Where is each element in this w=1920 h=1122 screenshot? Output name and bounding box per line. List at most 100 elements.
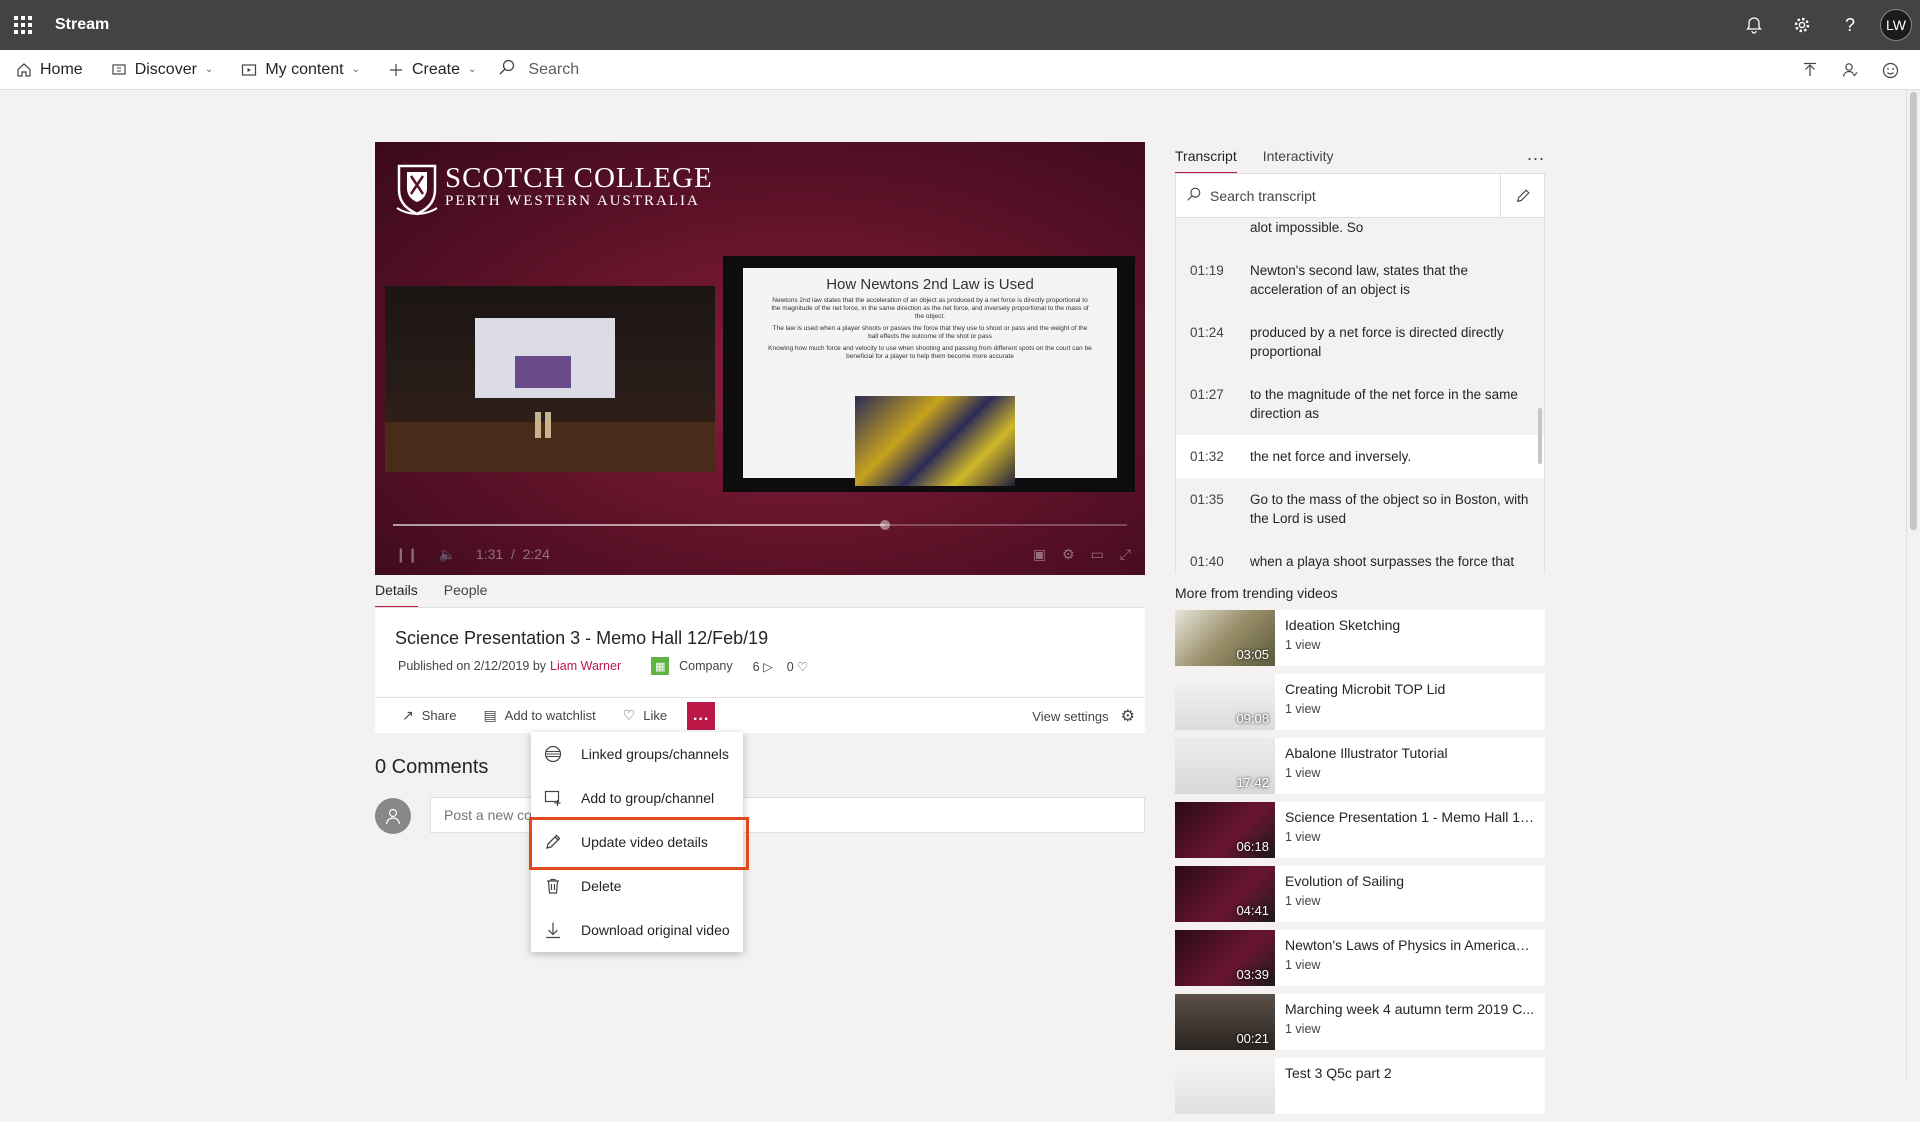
- video-views: 1 view: [1285, 1022, 1321, 1036]
- tab-transcript[interactable]: Transcript: [1175, 148, 1237, 174]
- app-title[interactable]: Stream: [55, 16, 109, 34]
- video-thumbnail[interactable]: [1175, 1058, 1275, 1114]
- slide-bullet-2: The law is used when a player shoots or …: [772, 325, 1088, 340]
- page-scrollbar[interactable]: [1906, 90, 1920, 1080]
- trending-video-item[interactable]: 03:05 Ideation Sketching 1 view: [1175, 610, 1545, 666]
- nav-home[interactable]: Home: [0, 50, 95, 90]
- video-duration: 03:05: [1236, 647, 1269, 662]
- smiley-icon[interactable]: [1870, 50, 1910, 90]
- menu-item-linked-groups[interactable]: Linked groups/channels: [531, 732, 743, 776]
- video-views: 1 view: [1285, 958, 1321, 972]
- like-button[interactable]: ♡ Like: [623, 707, 667, 724]
- theater-mode-icon[interactable]: ▭: [1091, 546, 1104, 563]
- trending-video-item[interactable]: 09:08 Creating Microbit TOP Lid 1 view: [1175, 674, 1545, 730]
- edit-transcript-icon[interactable]: [1500, 174, 1544, 217]
- right-panel-tabs: Transcript Interactivity ...: [1175, 144, 1545, 174]
- add-to-watchlist-button[interactable]: ▤ Add to watchlist: [483, 707, 595, 724]
- transcript-search-input[interactable]: [1210, 187, 1490, 204]
- video-thumbnail[interactable]: 03:05: [1175, 610, 1275, 666]
- trash-icon: [543, 876, 563, 896]
- video-duration: 09:08: [1236, 711, 1269, 726]
- more-icon[interactable]: ...: [1527, 144, 1545, 165]
- video-thumbnail[interactable]: 09:08: [1175, 674, 1275, 730]
- tab-people[interactable]: People: [444, 582, 488, 608]
- transcript-text: alot impossible. So: [1250, 220, 1364, 235]
- linked-groups-icon: [543, 744, 563, 764]
- search-icon[interactable]: [498, 58, 516, 81]
- slide-bullet-1: Newtons 2nd law states that the accelera…: [771, 297, 1089, 320]
- video-name[interactable]: Test 3 Q5c part 2: [1285, 1065, 1535, 1081]
- transcript-text: Go to the mass of the object so in Bosto…: [1250, 492, 1529, 526]
- author-link[interactable]: Liam Warner: [550, 659, 621, 673]
- bell-icon[interactable]: [1730, 0, 1778, 50]
- video-name[interactable]: Evolution of Sailing: [1285, 873, 1535, 889]
- transcript-list[interactable]: alot impossible. So 01:19 Newton's second …: [1175, 218, 1545, 574]
- search-icon: [1186, 186, 1202, 205]
- trending-video-item[interactable]: 17:42 Abalone Illustrator Tutorial 1 view: [1175, 738, 1545, 794]
- nav-bar: Home Discover ⌄ My content ⌄ Create ⌄: [0, 50, 1920, 90]
- video-name[interactable]: Newton's Laws of Physics in American ...: [1285, 937, 1535, 953]
- menu-item-delete[interactable]: Delete: [531, 864, 743, 908]
- more-options-button[interactable]: ...: [687, 701, 716, 730]
- trending-video-item[interactable]: 06:18 Science Presentation 1 - Memo Hall …: [1175, 802, 1545, 858]
- trending-video-item[interactable]: 03:39 Newton's Laws of Physics in America…: [1175, 930, 1545, 986]
- seek-bar-thumb[interactable]: [879, 520, 890, 530]
- pause-icon[interactable]: ❙❙: [395, 546, 418, 563]
- video-thumbnail[interactable]: 00:21: [1175, 994, 1275, 1050]
- transcript-row[interactable]: 01:32 the net force and inversely.: [1176, 435, 1544, 478]
- video-meta: Published on 2/12/2019 by Liam Warner ▦ …: [398, 657, 808, 675]
- share-icon: ↗: [402, 707, 414, 723]
- nav-my-content[interactable]: My content ⌄: [225, 50, 372, 90]
- video-name[interactable]: Ideation Sketching: [1285, 617, 1535, 633]
- nav-create[interactable]: Create ⌄: [372, 50, 488, 90]
- trending-video-item[interactable]: 04:41 Evolution of Sailing 1 view: [1175, 866, 1545, 922]
- video-player[interactable]: SCOTCH COLLEGE PERTH WESTERN AUSTRALIA H…: [375, 142, 1145, 575]
- video-thumbnail[interactable]: 03:39: [1175, 930, 1275, 986]
- upload-icon[interactable]: [1790, 50, 1830, 90]
- nav-my-content-label: My content: [265, 60, 344, 78]
- transcript-row[interactable]: 01:24 produced by a net force is directed…: [1176, 311, 1544, 373]
- seek-bar[interactable]: [393, 520, 1127, 530]
- help-icon[interactable]: ?: [1826, 0, 1874, 50]
- video-name[interactable]: Marching week 4 autumn term 2019 C...: [1285, 1001, 1535, 1017]
- transcript-row[interactable]: 01:35 Go to the mass of the object so in …: [1176, 478, 1544, 540]
- trending-video-item[interactable]: 00:21 Marching week 4 autumn term 2019 C.…: [1175, 994, 1545, 1050]
- settings-icon[interactable]: ⚙: [1062, 546, 1075, 563]
- transcript-scrollbar[interactable]: [1538, 408, 1542, 464]
- video-duration: 00:21: [1236, 1031, 1269, 1046]
- transcript-search: [1175, 173, 1545, 218]
- trending-video-item[interactable]: Test 3 Q5c part 2: [1175, 1058, 1545, 1114]
- transcript-row[interactable]: alot impossible. So: [1176, 218, 1544, 249]
- user-avatar[interactable]: LW: [1880, 9, 1912, 41]
- nav-discover[interactable]: Discover ⌄: [95, 50, 226, 90]
- person-icon[interactable]: [1830, 50, 1870, 90]
- video-thumbnail[interactable]: 17:42: [1175, 738, 1275, 794]
- tab-details[interactable]: Details: [375, 582, 418, 608]
- video-name[interactable]: Abalone Illustrator Tutorial: [1285, 745, 1535, 761]
- transcript-timestamp: 01:19: [1190, 263, 1224, 278]
- transcript-text: when a playa shoot surpasses the force t…: [1250, 554, 1515, 574]
- menu-item-add-to-group[interactable]: Add to group/channel: [531, 776, 743, 820]
- menu-item-download[interactable]: Download original video: [531, 908, 743, 952]
- volume-icon[interactable]: 🔈: [438, 546, 455, 563]
- transcript-text: produced by a net force is directed dire…: [1250, 325, 1504, 359]
- video-views: 1 view: [1285, 830, 1321, 844]
- share-button[interactable]: ↗ Share: [402, 707, 456, 724]
- video-thumbnail[interactable]: 04:41: [1175, 866, 1275, 922]
- search-input[interactable]: [528, 60, 829, 79]
- gear-icon[interactable]: [1778, 0, 1826, 50]
- captions-icon[interactable]: ▣: [1033, 546, 1046, 563]
- chevron-down-icon: ⌄: [351, 64, 360, 75]
- video-name[interactable]: Science Presentation 1 - Memo Hall 12...: [1285, 809, 1535, 825]
- tab-interactivity[interactable]: Interactivity: [1263, 148, 1334, 174]
- transcript-row[interactable]: 01:27 to the magnitude of the net force i…: [1176, 373, 1544, 435]
- app-launcher-icon[interactable]: [0, 0, 46, 50]
- video-thumbnail[interactable]: 06:18: [1175, 802, 1275, 858]
- menu-item-update-video-details[interactable]: Update video details: [531, 820, 743, 864]
- view-settings-button[interactable]: View settings ⚙: [1032, 698, 1135, 734]
- plus-icon: [386, 62, 406, 78]
- transcript-row[interactable]: 01:19 Newton's second law, states that th…: [1176, 249, 1544, 311]
- transcript-row[interactable]: 01:40 when a playa shoot surpasses the fo…: [1176, 540, 1544, 574]
- video-name[interactable]: Creating Microbit TOP Lid: [1285, 681, 1535, 697]
- fullscreen-icon[interactable]: ⤢: [1120, 546, 1131, 563]
